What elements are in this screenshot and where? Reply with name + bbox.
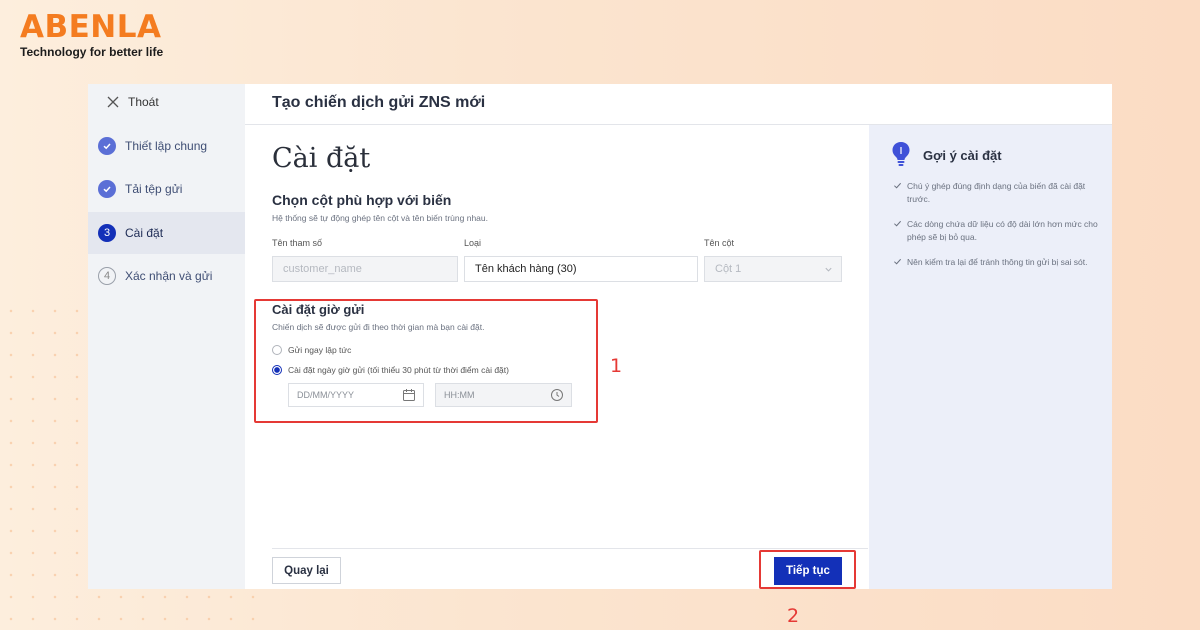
footer-divider: [272, 548, 868, 549]
time-input[interactable]: HH:MM: [435, 383, 572, 407]
step-label: Cài đặt: [125, 226, 164, 240]
app-window: Thoát Thiết lập chung Tải tệp gửi 3 Cài …: [88, 84, 1112, 627]
date-placeholder: DD/MM/YYYY: [297, 390, 355, 400]
step-label: Tải tệp gửi: [125, 182, 183, 196]
mapping-description: Hệ thống sẽ tự động ghép tên cột và tên …: [272, 213, 488, 223]
close-icon: [107, 96, 119, 108]
check-circle-icon: [98, 180, 116, 198]
schedule-title: Cài đặt giờ gửi: [272, 302, 365, 317]
step-confirm-send[interactable]: 4 Xác nhận và gửi: [88, 255, 245, 297]
column-header-column: Tên cột: [704, 238, 735, 248]
continue-button[interactable]: Tiếp tục: [774, 557, 842, 585]
radio-schedule[interactable]: Cài đặt ngày giờ gửi (tối thiểu 30 phút …: [272, 365, 509, 375]
radio-label: Cài đặt ngày giờ gửi (tối thiểu 30 phút …: [288, 365, 509, 375]
exit-label: Thoát: [128, 95, 159, 109]
step-general-settings[interactable]: Thiết lập chung: [88, 125, 245, 167]
check-circle-icon: [98, 137, 116, 155]
radio-label: Gửi ngay lập tức: [288, 345, 352, 355]
page-header: Tạo chiến dịch gửi ZNS mới: [245, 84, 1112, 125]
time-placeholder: HH:MM: [444, 390, 475, 400]
step-settings[interactable]: 3 Cài đặt: [88, 212, 245, 254]
tips-panel: Gợi ý cài đặt Chú ý ghép đúng định dạng …: [869, 125, 1112, 589]
tips-title: Gợi ý cài đặt: [923, 148, 1002, 163]
column-select-value: Cột 1: [715, 263, 742, 275]
tip-item: Nên kiểm tra lại để tránh thông tin gửi …: [893, 256, 1098, 269]
tip-item: Các dòng chứa dữ liệu có độ dài lớn hơn …: [893, 218, 1098, 244]
back-button[interactable]: Quay lại: [272, 557, 341, 584]
column-select[interactable]: Cột 1: [704, 256, 842, 282]
sidebar: Thoát Thiết lập chung Tải tệp gửi 3 Cài …: [88, 84, 245, 589]
lightbulb-icon: [892, 142, 910, 166]
tip-item: Chú ý ghép đúng định dạng của biến đã cà…: [893, 180, 1098, 206]
mapping-title: Chọn cột phù hợp với biến: [272, 192, 452, 208]
column-header-type: Loại: [464, 238, 482, 248]
column-header-param: Tên tham số: [272, 238, 323, 248]
date-input[interactable]: DD/MM/YYYY: [288, 383, 424, 407]
brand-tagline: Technology for better life: [20, 45, 164, 59]
main-content: Cài đặt Chọn cột phù hợp với biến Hệ thố…: [245, 125, 869, 627]
step-number: 3: [98, 224, 116, 242]
schedule-description: Chiến dịch sẽ được gửi đi theo thời gian…: [272, 322, 485, 332]
step-label: Xác nhận và gửi: [125, 269, 213, 283]
page-title: Tạo chiến dịch gửi ZNS mới: [272, 94, 486, 111]
radio-send-now[interactable]: Gửi ngay lập tức: [272, 345, 351, 355]
chevron-down-icon: [825, 267, 832, 272]
annotation-number-1: 1: [610, 355, 623, 377]
clock-icon: [551, 389, 563, 401]
brand: ABENLA Technology for better life: [20, 10, 163, 59]
tip-text: Các dòng chứa dữ liệu có độ dài lớn hơn …: [907, 219, 1098, 242]
step-number: 4: [98, 267, 116, 285]
step-upload-file[interactable]: Tải tệp gửi: [88, 168, 245, 210]
section-heading: Cài đặt: [272, 143, 371, 174]
exit-button[interactable]: Thoát: [106, 95, 159, 109]
step-label: Thiết lập chung: [125, 139, 208, 153]
tip-text: Chú ý ghép đúng định dạng của biến đã cà…: [907, 181, 1086, 204]
param-name-input: customer_name: [272, 256, 458, 282]
annotation-number-2: 2: [787, 605, 800, 627]
calendar-icon: [403, 389, 415, 401]
brand-logo: ABENLA: [20, 9, 162, 45]
check-icon: [894, 220, 902, 227]
type-field[interactable]: Tên khách hàng (30): [464, 256, 698, 282]
tip-text: Nên kiểm tra lại để tránh thông tin gửi …: [907, 257, 1088, 267]
radio-button-selected[interactable]: [272, 365, 282, 375]
check-icon: [894, 258, 902, 265]
check-icon: [894, 182, 902, 189]
radio-button[interactable]: [272, 345, 282, 355]
